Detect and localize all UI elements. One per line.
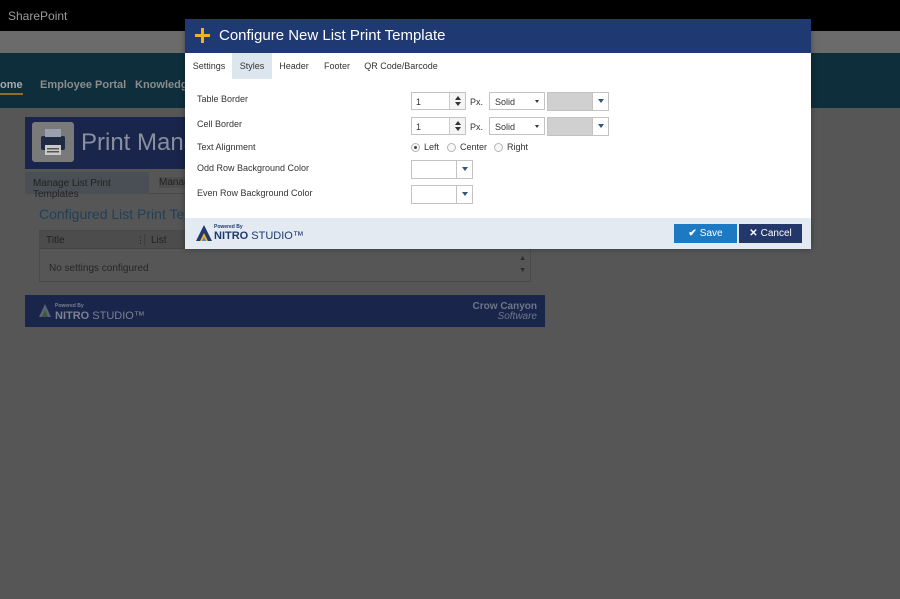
color-dropdown-icon[interactable] bbox=[456, 186, 472, 203]
color-swatch[interactable] bbox=[412, 186, 456, 203]
table-border-width-value[interactable]: 1 bbox=[416, 97, 421, 107]
column-divider bbox=[144, 234, 145, 246]
nav-item-home[interactable]: ome bbox=[0, 79, 23, 95]
cell-border-style-value: Solid bbox=[495, 122, 516, 132]
table-border-unit: Px. bbox=[470, 97, 484, 107]
even-row-bg-row: Even Row Background Color bbox=[185, 184, 811, 206]
nitro-logo-icon bbox=[196, 225, 212, 241]
cell-border-label: Cell Border bbox=[197, 119, 243, 129]
configure-template-dialog: Configure New List Print Template Settin… bbox=[185, 19, 811, 249]
nitro-brand-bold: NITRO bbox=[55, 310, 90, 322]
tab-manage-list-print-templates[interactable]: Manage List Print Templates bbox=[25, 172, 149, 200]
scroll-up-icon[interactable]: ▲ bbox=[519, 253, 526, 265]
crow-canyon-logo: Crow Canyon Software bbox=[473, 302, 537, 322]
odd-row-bg-row: Odd Row Background Color bbox=[185, 159, 811, 181]
table-border-style-select[interactable]: Solid bbox=[489, 92, 545, 110]
scroll-down-icon[interactable]: ▼ bbox=[519, 265, 526, 277]
cancel-button-label: Cancel bbox=[760, 228, 792, 239]
nitro-studio-logo: Powered By NITRO STUDIO™ bbox=[195, 224, 305, 244]
tab-settings[interactable]: Settings bbox=[188, 53, 230, 79]
color-dropdown-icon[interactable] bbox=[592, 93, 608, 110]
plus-icon bbox=[195, 26, 211, 46]
nitro-brand-light: STUDIO™ bbox=[251, 230, 304, 242]
dialog-title: Configure New List Print Template bbox=[219, 27, 446, 44]
table-border-width-stepper[interactable]: 1 bbox=[411, 92, 466, 110]
color-dropdown-icon[interactable] bbox=[456, 161, 472, 178]
cell-border-width-value[interactable]: 1 bbox=[416, 122, 421, 132]
tab-qr-code-barcode[interactable]: QR Code/Barcode bbox=[361, 53, 441, 79]
align-left-radio[interactable] bbox=[411, 143, 420, 152]
cancel-button[interactable]: ✕ Cancel bbox=[739, 224, 802, 243]
table-border-label: Table Border bbox=[197, 94, 249, 104]
dialog-footer: Powered By NITRO STUDIO™ ✔ Save ✕ Cancel bbox=[185, 218, 811, 249]
align-center-radio[interactable] bbox=[447, 143, 456, 152]
page-footer: Powered By NITRO STUDIO™ Crow Canyon Sof… bbox=[25, 295, 545, 327]
cell-border-row: Cell Border 1 Px. Solid bbox=[185, 115, 811, 137]
text-alignment-label: Text Alignment bbox=[197, 142, 256, 152]
printer-icon bbox=[32, 122, 74, 162]
section-title: Configured List Print Tem bbox=[39, 206, 196, 222]
powered-by-label: Powered By bbox=[55, 303, 84, 309]
dialog-tabs: Settings Styles Header Footer QR Code/Ba… bbox=[185, 53, 811, 79]
align-right-radio[interactable] bbox=[494, 143, 503, 152]
save-button-label: Save bbox=[699, 228, 723, 239]
nitro-brand: NITRO STUDIO™ bbox=[214, 230, 304, 242]
dialog-header: Configure New List Print Template bbox=[185, 19, 811, 53]
color-swatch[interactable] bbox=[548, 118, 592, 135]
tab-footer[interactable]: Footer bbox=[318, 53, 356, 79]
table-border-color-picker[interactable] bbox=[547, 92, 609, 111]
nitro-studio-logo: Powered By NITRO STUDIO™ bbox=[37, 302, 145, 322]
align-right-label[interactable]: Right bbox=[507, 142, 528, 152]
decrement-icon[interactable] bbox=[455, 102, 461, 106]
grid-scrollbar[interactable]: ▲ ▼ bbox=[519, 253, 526, 277]
stepper-buttons[interactable] bbox=[449, 118, 465, 134]
text-alignment-row: Text Alignment Left Center Right bbox=[185, 139, 811, 161]
color-dropdown-icon[interactable] bbox=[592, 118, 608, 135]
color-swatch[interactable] bbox=[412, 161, 456, 178]
company-tagline: Software bbox=[497, 311, 537, 322]
odd-row-bg-color-picker[interactable] bbox=[411, 160, 473, 179]
chevron-down-icon bbox=[535, 125, 539, 128]
cell-border-unit: Px. bbox=[470, 122, 484, 132]
stepper-buttons[interactable] bbox=[449, 93, 465, 109]
nitro-logo-icon bbox=[39, 304, 51, 317]
nav-item-employee-portal[interactable]: Employee Portal bbox=[40, 79, 126, 91]
close-icon: ✕ bbox=[749, 228, 758, 239]
grid-empty-message: No settings configured bbox=[49, 263, 149, 274]
even-row-bg-label: Even Row Background Color bbox=[197, 188, 313, 198]
color-swatch[interactable] bbox=[548, 93, 592, 110]
even-row-bg-color-picker[interactable] bbox=[411, 185, 473, 204]
column-title[interactable]: Title bbox=[46, 235, 65, 246]
tab-header[interactable]: Header bbox=[274, 53, 314, 79]
column-list[interactable]: List bbox=[151, 235, 167, 246]
cell-border-style-select[interactable]: Solid bbox=[489, 117, 545, 135]
check-icon: ✔ bbox=[688, 228, 697, 239]
nitro-brand: NITRO STUDIO™ bbox=[55, 310, 145, 322]
align-center-label[interactable]: Center bbox=[460, 142, 487, 152]
table-border-style-value: Solid bbox=[495, 97, 516, 107]
increment-icon[interactable] bbox=[455, 121, 461, 125]
odd-row-bg-label: Odd Row Background Color bbox=[197, 163, 310, 173]
align-left-label[interactable]: Left bbox=[424, 142, 439, 152]
decrement-icon[interactable] bbox=[455, 127, 461, 131]
nitro-brand-bold: NITRO bbox=[214, 230, 249, 242]
chevron-down-icon bbox=[535, 100, 539, 103]
tab-styles[interactable]: Styles bbox=[232, 53, 272, 79]
nitro-brand-light: STUDIO™ bbox=[92, 310, 145, 322]
cell-border-color-picker[interactable] bbox=[547, 117, 609, 136]
app-title[interactable]: SharePoint bbox=[8, 9, 67, 23]
increment-icon[interactable] bbox=[455, 96, 461, 100]
table-border-row: Table Border 1 Px. Solid bbox=[185, 90, 811, 112]
save-button[interactable]: ✔ Save bbox=[674, 224, 737, 243]
cell-border-width-stepper[interactable]: 1 bbox=[411, 117, 466, 135]
